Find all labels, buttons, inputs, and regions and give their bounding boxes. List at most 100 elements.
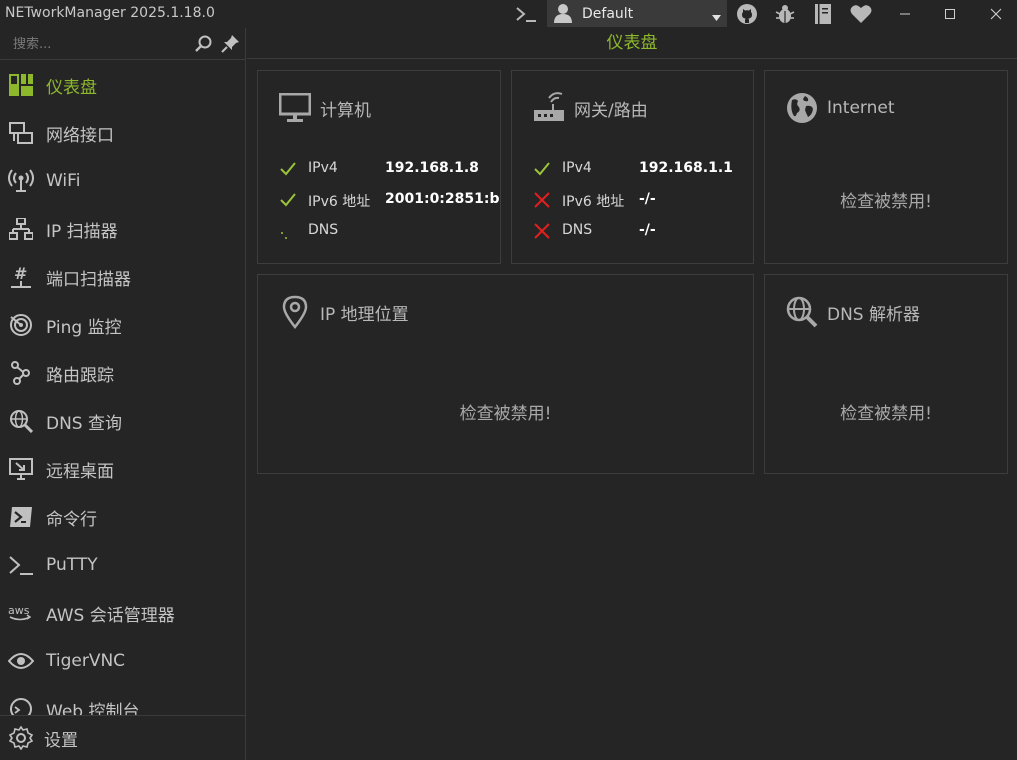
row-key: DNS [308,222,339,238]
powershell-icon [8,504,34,530]
sidebar-item-label: DNS 查询 [46,413,123,434]
chevron-down-icon [712,9,721,25]
sidebar-item-label: PuTTY [46,555,98,575]
globe-icon [785,91,819,125]
sidebar-item-label: 命令行 [46,509,97,530]
row-key: IPv6 地址 [562,194,625,210]
sidebar-item-dns-lookup[interactable]: DNS 查询 [0,397,246,445]
dns-resolver-card: DNS 解析器 检查被禁用! [764,274,1008,474]
sidebar-item-ip-scanner[interactable]: IP 扫描器 [0,205,246,253]
ip-scanner-icon [8,216,34,242]
page-title: 仪表盘 [247,28,1017,59]
sidebar-item-remote-desktop[interactable]: 远程桌面 [0,445,246,493]
row-key: IPv4 [562,160,592,176]
sidebar-item-label: 远程桌面 [46,461,114,482]
status-row: IPv6 地址 -/- [532,186,752,217]
sidebar-item-aws-session-manager[interactable]: aws AWS 会话管理器 [0,589,246,637]
sidebar: 仪表盘 网络接口 WiFi IP 扫描器 # 端口扫描器 [0,28,246,760]
bug-icon[interactable] [772,2,798,26]
app-title: NETworkManager 2025.1.18.0 [5,5,215,21]
main-content: 仪表盘 计算机 IPv4 192.168.1.8 IPv6 地址 2001:0:… [247,28,1017,760]
profile-selector[interactable]: Default [547,0,727,27]
sidebar-item-label: Ping 监控 [46,317,122,338]
minimize-icon[interactable] [892,2,918,26]
sidebar-item-web-console[interactable]: Web 控制台 [0,685,246,715]
sidebar-item-label: TigerVNC [46,651,126,671]
gear-icon [8,725,34,751]
gateway-card: 网关/路由 IPv4 192.168.1.1 IPv6 地址 -/- DNS -… [511,70,754,264]
row-key: DNS [562,222,593,238]
row-value: 192.168.1.1 [639,160,733,176]
ip-geolocation-card: IP 地理位置 检查被禁用! [257,274,754,474]
card-title: Internet [827,98,895,118]
row-value: -/- [639,222,656,238]
network-interface-icon [8,120,34,146]
traceroute-icon [8,360,34,386]
sidebar-item-label: 端口扫描器 [46,269,131,290]
row-value: -/- [639,191,656,207]
sidebar-item-tigervnc[interactable]: TigerVNC [0,637,246,685]
close-icon[interactable] [983,2,1009,26]
wifi-icon [8,168,34,194]
search-icon[interactable] [194,34,214,54]
computer-card: 计算机 IPv4 192.168.1.8 IPv6 地址 2001:0:2851… [257,70,501,264]
sidebar-item-traceroute[interactable]: 路由跟踪 [0,349,246,397]
router-icon [532,91,566,125]
map-pin-icon [278,295,312,329]
sidebar-item-network-interface[interactable]: 网络接口 [0,109,246,157]
status-row: DNS [278,217,498,248]
cross-icon [532,221,552,241]
sidebar-item-label: IP 扫描器 [46,221,118,242]
search-input[interactable] [6,32,186,56]
book-icon[interactable] [810,2,836,26]
monitor-icon [278,91,312,125]
terminal-icon [8,552,34,578]
sidebar-item-label: Web 控制台 [46,701,140,716]
sidebar-item-wifi[interactable]: WiFi [0,157,246,205]
check-icon [278,159,298,179]
row-value: 2001:0:2851:b [385,191,500,207]
sidebar-item-ping-monitor[interactable]: Ping 监控 [0,301,246,349]
sidebar-item-powershell[interactable]: 命令行 [0,493,246,541]
card-title: IP 地理位置 [320,304,409,325]
disabled-message: 检查被禁用! [840,404,932,424]
profile-name: Default [582,5,634,22]
row-value: 192.168.1.8 [385,160,479,176]
card-title: DNS 解析器 [827,304,921,325]
sidebar-item-settings[interactable]: 设置 [0,715,246,760]
sidebar-item-dashboard[interactable]: 仪表盘 [0,61,246,109]
eye-icon [8,648,34,674]
sidebar-nav: 仪表盘 网络接口 WiFi IP 扫描器 # 端口扫描器 Ping 监控 路由跟… [0,61,246,715]
card-title: 网关/路由 [574,100,648,121]
maximize-icon[interactable] [937,2,963,26]
cross-icon [532,190,552,210]
ping-monitor-icon [8,312,34,338]
loading-icon [278,221,298,241]
status-row: DNS -/- [532,217,752,248]
web-console-icon [8,696,34,715]
terminal-icon[interactable] [513,2,539,26]
port-scanner-icon: # [8,264,34,290]
row-key: IPv6 地址 [308,194,371,210]
sidebar-item-putty[interactable]: PuTTY [0,541,246,589]
search-bar [0,28,246,60]
aws-icon: aws [8,600,34,626]
check-icon [532,159,552,179]
svg-text:#: # [14,264,27,283]
title-bar: NETworkManager 2025.1.18.0 Default [0,0,1017,28]
internet-card: Internet 检查被禁用! [764,70,1008,264]
pin-icon[interactable] [220,34,240,54]
heart-icon[interactable] [848,2,874,26]
sidebar-item-label: AWS 会话管理器 [46,605,175,626]
status-row: IPv4 192.168.1.1 [532,155,752,186]
status-row: IPv4 192.168.1.8 [278,155,498,186]
disabled-message: 检查被禁用! [840,192,932,212]
remote-desktop-icon [8,456,34,482]
settings-label: 设置 [44,730,78,751]
sidebar-item-label: 路由跟踪 [46,365,114,386]
github-icon[interactable] [734,2,760,26]
sidebar-item-port-scanner[interactable]: # 端口扫描器 [0,253,246,301]
user-icon [554,3,572,27]
svg-text:aws: aws [8,604,30,617]
row-key: IPv4 [308,160,338,176]
